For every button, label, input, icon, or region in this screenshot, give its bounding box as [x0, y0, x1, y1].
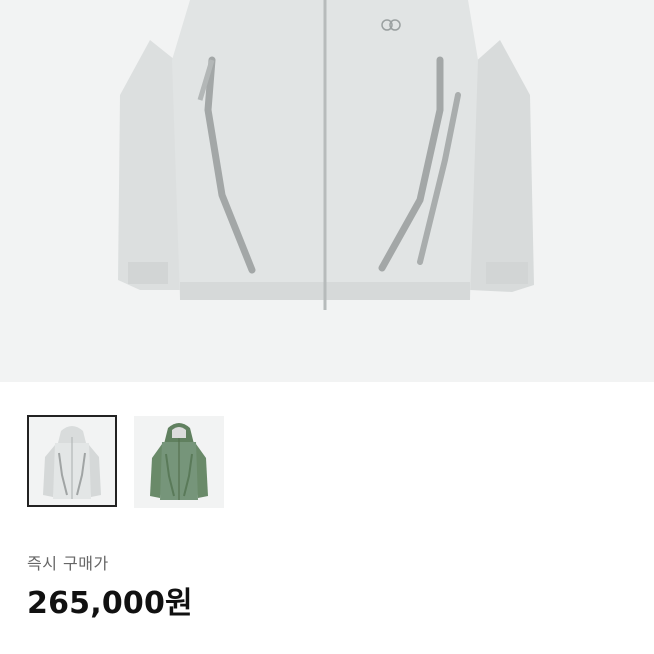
left-cuff: [128, 262, 168, 284]
thumbnail-jacket-green[interactable]: [134, 416, 224, 508]
jacket-illustration: [118, 0, 534, 310]
thumbnail-jacket-light-grey[interactable]: [27, 415, 117, 507]
thumbnail-green-image: [150, 423, 208, 500]
price-value: 265,000원: [27, 586, 193, 621]
price-label: 즉시 구매가: [27, 554, 109, 573]
right-cuff: [486, 262, 528, 284]
product-main-image[interactable]: [0, 0, 654, 382]
product-detail-page: 즉시 구매가 265,000원: [0, 0, 654, 654]
thumbnail-light-grey-image: [43, 426, 101, 499]
